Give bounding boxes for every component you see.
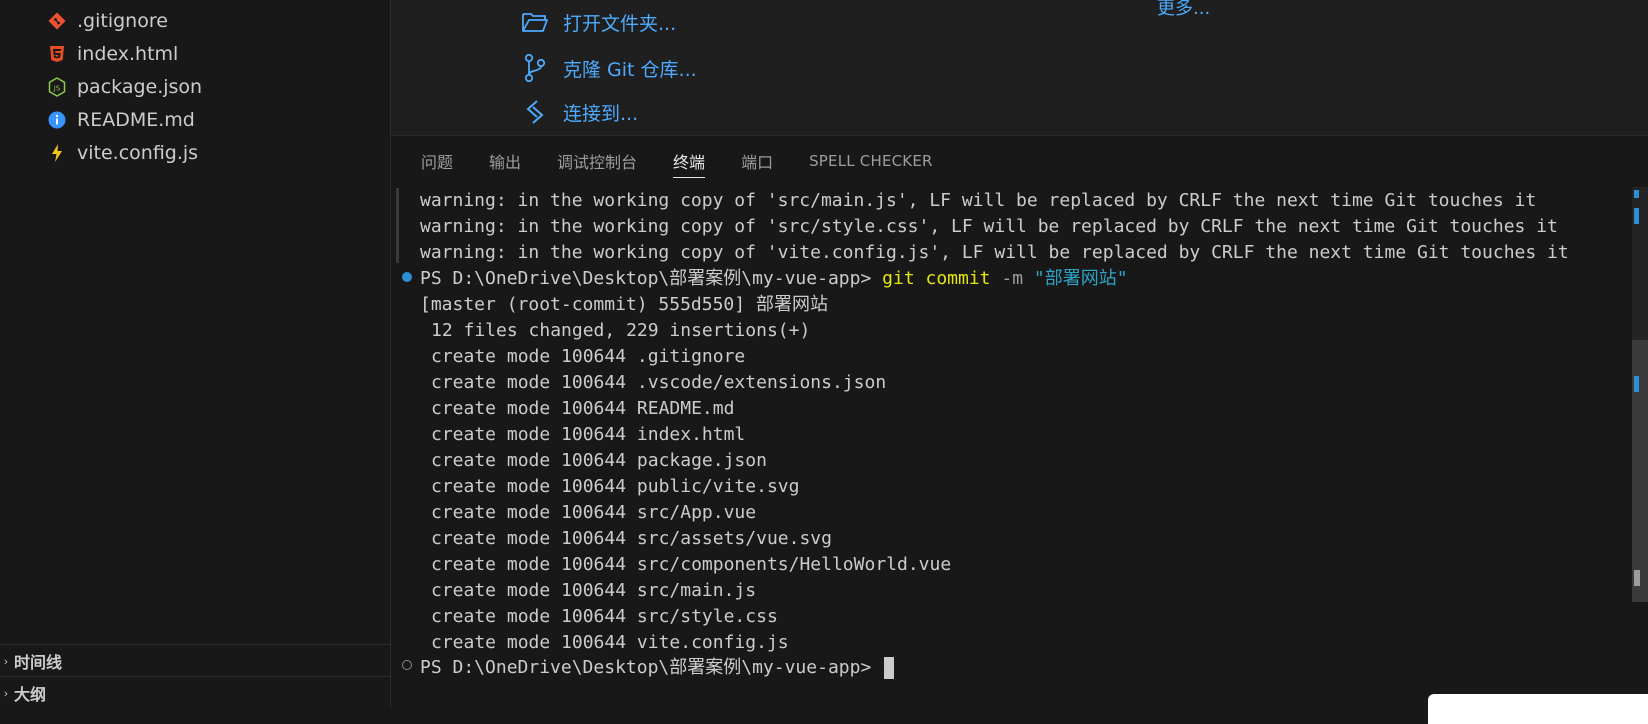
terminal-line: create mode 100644 index.html	[431, 424, 746, 445]
tab-ports[interactable]: 端口	[741, 146, 773, 176]
terminal-line: create mode 100644 src/style.css	[431, 606, 778, 627]
chevron-right-icon: ›	[3, 686, 9, 700]
html5-icon	[47, 44, 67, 64]
terminal-line: warning: in the working copy of 'src/sty…	[420, 216, 1558, 237]
terminal-line: create mode 100644 .vscode/extensions.js…	[431, 372, 887, 393]
scroll-marker	[1634, 570, 1640, 586]
file-name: package.json	[77, 75, 203, 98]
terminal-line: warning: in the working copy of 'vite.co…	[420, 242, 1569, 263]
file-name: .gitignore	[77, 9, 168, 32]
panel-tabs: 问题 输出 调试控制台 终端 端口 SPELL CHECKER	[391, 136, 1648, 186]
open-folder-link[interactable]: 打开文件夹...	[521, 8, 676, 36]
terminal-line: create mode 100644 package.json	[431, 450, 767, 471]
terminal-line: 12 files changed, 229 insertions(+)	[431, 320, 811, 341]
tab-spell-checker[interactable]: SPELL CHECKER	[809, 146, 933, 176]
terminal-line: create mode 100644 README.md	[431, 398, 735, 419]
tab-terminal[interactable]: 终端	[673, 146, 706, 178]
cmd-message: "部署网站"	[1033, 268, 1128, 289]
file-name: vite.config.js	[77, 141, 199, 164]
folder-open-icon	[521, 8, 549, 36]
terminal-line: create mode 100644 src/App.vue	[431, 502, 757, 523]
connect-to-link[interactable]: 连接到...	[521, 98, 638, 126]
file-item-readme[interactable]: README.md	[0, 103, 390, 136]
chevron-right-icon: ›	[3, 654, 9, 668]
file-item-package-json[interactable]: JS package.json	[0, 70, 390, 103]
prompt-text: PS D:\OneDrive\Desktop\部署案例\my-vue-app>	[420, 657, 883, 678]
tab-problems[interactable]: 问题	[421, 146, 453, 176]
nodejs-icon: JS	[47, 76, 67, 97]
file-item-index-html[interactable]: index.html	[0, 37, 390, 70]
terminal-command-line: PS D:\OneDrive\Desktop\部署案例\my-vue-app> …	[420, 266, 1128, 292]
tab-output[interactable]: 输出	[489, 146, 521, 176]
svg-text:JS: JS	[53, 84, 61, 92]
command-success-dot[interactable]	[402, 272, 412, 282]
info-icon	[47, 110, 67, 130]
terminal-line: create mode 100644 src/assets/vue.svg	[431, 528, 832, 549]
section-label: 大纲	[14, 685, 47, 704]
start-item-label: 打开文件夹...	[563, 12, 677, 35]
section-label: 时间线	[14, 653, 63, 672]
file-item-vite-config[interactable]: vite.config.js	[0, 136, 390, 169]
outline-section-header[interactable]: › 大纲	[0, 676, 390, 709]
source-control-icon	[521, 53, 549, 83]
start-item-label: 克隆 Git 仓库...	[563, 58, 697, 81]
terminal-line: create mode 100644 vite.config.js	[431, 632, 789, 653]
scroll-marker	[1634, 208, 1639, 224]
terminal-prompt-line: PS D:\OneDrive\Desktop\部署案例\my-vue-app>	[420, 655, 895, 681]
file-list: .gitignore index.html JS package.json RE…	[0, 4, 390, 169]
more-link[interactable]: 更多...	[1157, 0, 1210, 20]
bottom-panel: 问题 输出 调试控制台 终端 端口 SPELL CHECKER warning:…	[391, 135, 1648, 709]
lightning-icon	[47, 143, 67, 163]
file-item-gitignore[interactable]: .gitignore	[0, 4, 390, 37]
terminal-line: [master (root-commit) 555d550] 部署网站	[420, 294, 828, 315]
terminal-line: create mode 100644 src/main.js	[431, 580, 757, 601]
remote-icon	[521, 98, 549, 126]
terminal-line: warning: in the working copy of 'src/mai…	[420, 190, 1537, 211]
terminal-line: create mode 100644 public/vite.svg	[431, 476, 800, 497]
terminal-output[interactable]: warning: in the working copy of 'src/mai…	[391, 188, 1631, 709]
scroll-marker	[1634, 376, 1639, 392]
terminal-command-bar	[396, 188, 399, 263]
command-pending-dot[interactable]	[402, 660, 412, 670]
file-name: README.md	[77, 108, 195, 131]
clone-repo-link[interactable]: 克隆 Git 仓库...	[521, 53, 697, 83]
prompt-text: PS D:\OneDrive\Desktop\部署案例\my-vue-app>	[420, 268, 883, 289]
timeline-section-header[interactable]: › 时间线	[0, 644, 390, 677]
cmd-git: git	[882, 268, 915, 289]
start-item-label: 连接到...	[563, 102, 639, 125]
git-diamond-icon	[47, 11, 67, 31]
scroll-marker	[1634, 190, 1639, 198]
welcome-page: 打开文件夹... 克隆 Git 仓库... 连接到... 更多...	[391, 0, 1648, 135]
cmd-flag: -m	[1001, 268, 1024, 289]
file-name: index.html	[77, 42, 179, 65]
tab-debug-console[interactable]: 调试控制台	[557, 146, 637, 176]
cmd-sub: commit	[925, 268, 991, 289]
notification-toast	[1428, 694, 1648, 724]
explorer-sidebar: .gitignore index.html JS package.json RE…	[0, 0, 390, 708]
terminal-line: create mode 100644 src/components/HelloW…	[431, 554, 952, 575]
terminal-line: create mode 100644 .gitignore	[431, 346, 746, 367]
terminal-cursor	[884, 657, 895, 679]
